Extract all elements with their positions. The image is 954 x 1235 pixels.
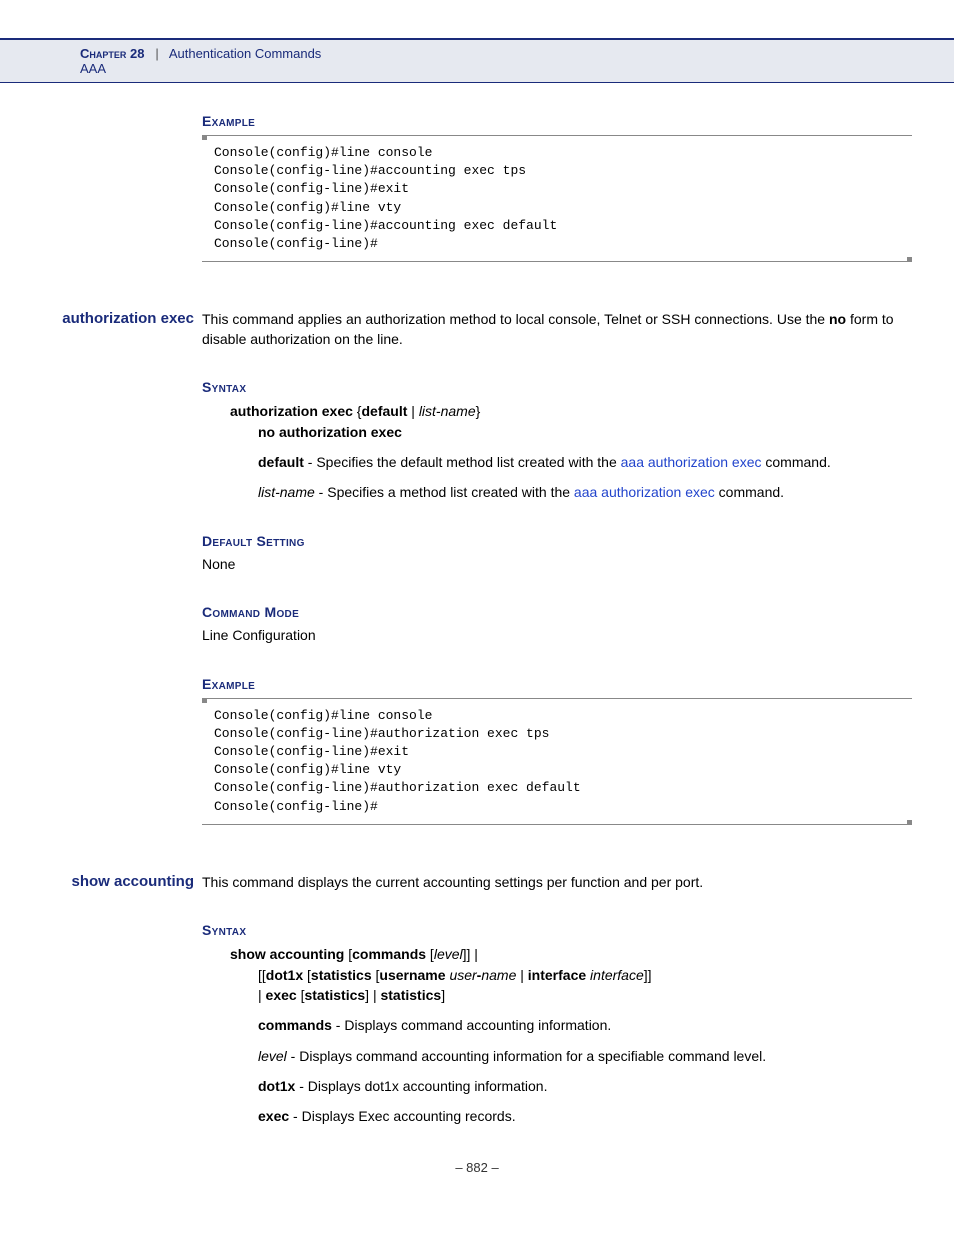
- chapter-number: Chapter 28: [80, 46, 144, 61]
- param-exec: exec - Displays Exec accounting records.: [258, 1106, 912, 1126]
- desc-text: This command applies an authorization me…: [202, 311, 829, 327]
- syntax-no: no authorization exec: [258, 424, 402, 440]
- command-name-show-accounting: show accounting: [42, 873, 194, 890]
- param-listname: list-name - Specifies a method list crea…: [258, 482, 912, 502]
- syntax-label: Syntax: [202, 922, 912, 938]
- command-desc: This command applies an authorization me…: [202, 310, 912, 349]
- syntax-block: show accounting [commands [level]] | [[d…: [230, 944, 912, 1005]
- param-dot1x: dot1x - Displays dot1x accounting inform…: [258, 1076, 912, 1096]
- desc-no: no: [829, 311, 846, 327]
- chapter-sub: AAA: [80, 61, 954, 76]
- syntax-label: Syntax: [202, 379, 912, 395]
- link-aaa-authorization-exec[interactable]: aaa authorization exec: [621, 454, 762, 470]
- page-number: – 882 –: [42, 1160, 912, 1175]
- example-label: Example: [202, 113, 912, 129]
- param-level: level - Displays command accounting info…: [258, 1046, 912, 1066]
- chapter-title: Authentication Commands: [169, 46, 321, 61]
- command-name-authorization-exec: authorization exec: [42, 310, 194, 327]
- syntax-block: authorization exec {default | list-name}…: [230, 401, 912, 442]
- page-header: Chapter 28 | Authentication Commands AAA: [0, 38, 954, 83]
- param-commands: commands - Displays command accounting i…: [258, 1015, 912, 1035]
- default-setting-value: None: [202, 555, 912, 575]
- default-setting-label: Default Setting: [202, 533, 912, 549]
- command-mode-value: Line Configuration: [202, 626, 912, 646]
- code-block: Console(config)#line console Console(con…: [202, 698, 912, 825]
- header-sep: |: [155, 46, 158, 61]
- param-default: default - Specifies the default method l…: [258, 452, 912, 472]
- command-desc: This command displays the current accoun…: [202, 873, 912, 893]
- link-aaa-authorization-exec[interactable]: aaa authorization exec: [574, 484, 715, 500]
- code-block: Console(config)#line console Console(con…: [202, 135, 912, 262]
- example-label: Example: [202, 676, 912, 692]
- syntax-kw: authorization exec: [230, 403, 353, 419]
- command-mode-label: Command Mode: [202, 604, 912, 620]
